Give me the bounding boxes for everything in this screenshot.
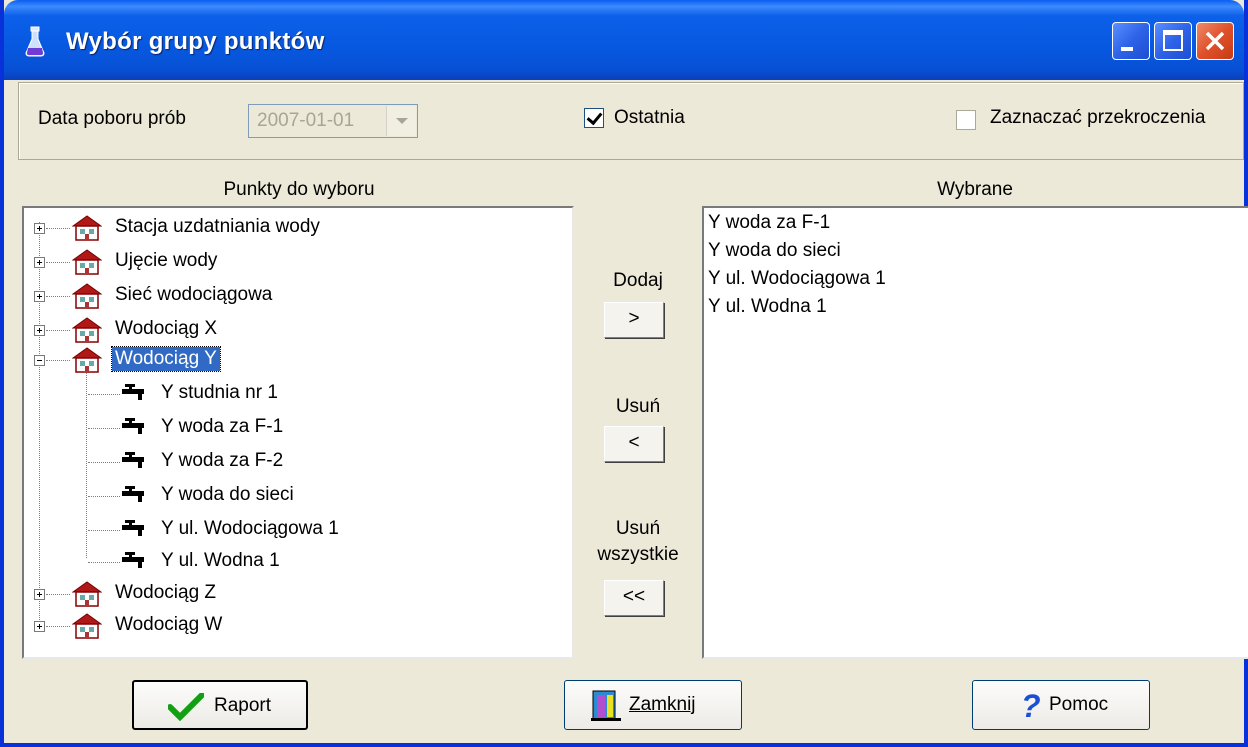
list-item[interactable]: Y ul. Wodociągowa 1: [708, 268, 886, 290]
zamknij-button[interactable]: Zamknij: [564, 680, 742, 730]
maximize-button[interactable]: [1154, 22, 1192, 60]
tree-line: [39, 222, 40, 624]
tree-child-label[interactable]: Y woda za F-2: [158, 449, 286, 473]
tree-node-label-selected[interactable]: Wodociąg Y: [111, 346, 221, 372]
tree-child-label[interactable]: Y studnia nr 1: [158, 381, 281, 405]
window-title: Wybór grupy punktów: [66, 28, 325, 55]
faucet-icon: [122, 486, 144, 502]
expand-icon[interactable]: [34, 621, 45, 632]
available-points-header: Punkty do wyboru: [223, 179, 375, 200]
list-item[interactable]: Y woda do sieci: [708, 240, 841, 262]
tree-child-label[interactable]: Y woda do sieci: [158, 483, 297, 507]
building-icon: [72, 215, 102, 241]
ostatnia-label[interactable]: Ostatnia: [614, 107, 685, 129]
door-exit-icon: [591, 690, 621, 721]
tree-line: [46, 594, 70, 595]
maximize-icon: [1163, 30, 1183, 51]
zamknij-label: Zamknij: [629, 694, 696, 715]
tree-line: [88, 530, 120, 531]
tree-line: [88, 394, 120, 395]
remove-all-button[interactable]: <<: [604, 580, 664, 616]
tree-line: [46, 330, 70, 331]
remove-all-label: Usuń: [615, 518, 661, 539]
add-button[interactable]: >: [604, 302, 664, 338]
date-label: Data poboru prób: [38, 108, 186, 129]
expand-icon[interactable]: [34, 257, 45, 268]
tree-node-label[interactable]: Wodociąg X: [112, 317, 220, 341]
collapse-icon[interactable]: [34, 355, 45, 366]
flask-icon: [25, 26, 45, 57]
building-icon: [72, 581, 102, 607]
tree-line: [46, 626, 70, 627]
tree-line: [46, 262, 70, 263]
ostatnia-checkbox[interactable]: [584, 108, 604, 128]
remove-button[interactable]: <: [604, 426, 664, 462]
list-item[interactable]: Y woda za F-1: [708, 212, 830, 234]
points-tree[interactable]: Stacja uzdatniania wody Ujęcie wody Sieć…: [22, 206, 574, 659]
date-combobox[interactable]: 2007-01-01: [248, 104, 418, 138]
minimize-icon: [1121, 47, 1133, 51]
tree-child-label[interactable]: Y ul. Wodociągowa 1: [158, 517, 342, 541]
building-icon: [72, 347, 102, 373]
help-question-icon: ?: [1021, 689, 1041, 721]
expand-icon[interactable]: [34, 291, 45, 302]
tree-child-label[interactable]: Y ul. Wodna 1: [158, 549, 283, 573]
checkmark-icon: [168, 693, 204, 721]
minimize-button[interactable]: [1112, 22, 1150, 60]
pomoc-button[interactable]: ? Pomoc: [972, 680, 1150, 730]
close-button[interactable]: [1196, 22, 1234, 60]
zaznaczac-label[interactable]: Zaznaczać przekroczenia: [990, 107, 1205, 129]
chevron-down-icon[interactable]: [386, 106, 416, 136]
title-bar[interactable]: Wybór grupy punktów: [4, 0, 1244, 80]
tree-node-label[interactable]: Stacja uzdatniania wody: [112, 215, 323, 239]
faucet-icon: [122, 452, 144, 468]
tree-line: [88, 562, 120, 563]
add-label: Dodaj: [613, 270, 663, 291]
close-icon: [1205, 31, 1225, 51]
selected-points-header: Wybrane: [937, 179, 1013, 200]
remove-all-label-2: wszystkie: [597, 544, 679, 565]
tree-line: [46, 360, 70, 361]
zaznaczac-checkbox[interactable]: [956, 110, 976, 130]
expand-icon[interactable]: [34, 223, 45, 234]
selected-points-list[interactable]: Y woda za F-1 Y woda do sieci Y ul. Wodo…: [702, 206, 1248, 659]
tree-line: [88, 462, 120, 463]
tree-line: [88, 428, 120, 429]
faucet-icon: [122, 552, 144, 568]
expand-icon[interactable]: [34, 589, 45, 600]
tree-node-label[interactable]: Sieć wodociągowa: [112, 283, 275, 307]
tree-node-label[interactable]: Wodociąg W: [112, 613, 225, 637]
pomoc-label: Pomoc: [1049, 694, 1109, 715]
svg-text:?: ?: [1021, 689, 1041, 721]
remove-label: Usuń: [615, 396, 661, 417]
faucet-icon: [122, 418, 144, 434]
tree-node-label[interactable]: Ujęcie wody: [112, 249, 220, 273]
tree-line: [86, 368, 87, 558]
tree-line: [46, 296, 70, 297]
building-icon: [72, 317, 102, 343]
building-icon: [72, 283, 102, 309]
tree-node-label[interactable]: Wodociąg Z: [112, 581, 219, 605]
building-icon: [72, 249, 102, 275]
building-icon: [72, 613, 102, 639]
tree-line: [88, 496, 120, 497]
expand-icon[interactable]: [34, 325, 45, 336]
date-value: 2007-01-01: [257, 110, 355, 131]
tree-child-label[interactable]: Y woda za F-1: [158, 415, 286, 439]
list-item[interactable]: Y ul. Wodna 1: [708, 296, 827, 318]
raport-button[interactable]: Raport: [132, 680, 308, 730]
dialog-window: Wybór grupy punktów Data poboru prób 200…: [0, 0, 1248, 747]
faucet-icon: [122, 384, 144, 400]
faucet-icon: [122, 520, 144, 536]
raport-label: Raport: [214, 695, 272, 716]
tree-line: [46, 228, 70, 229]
